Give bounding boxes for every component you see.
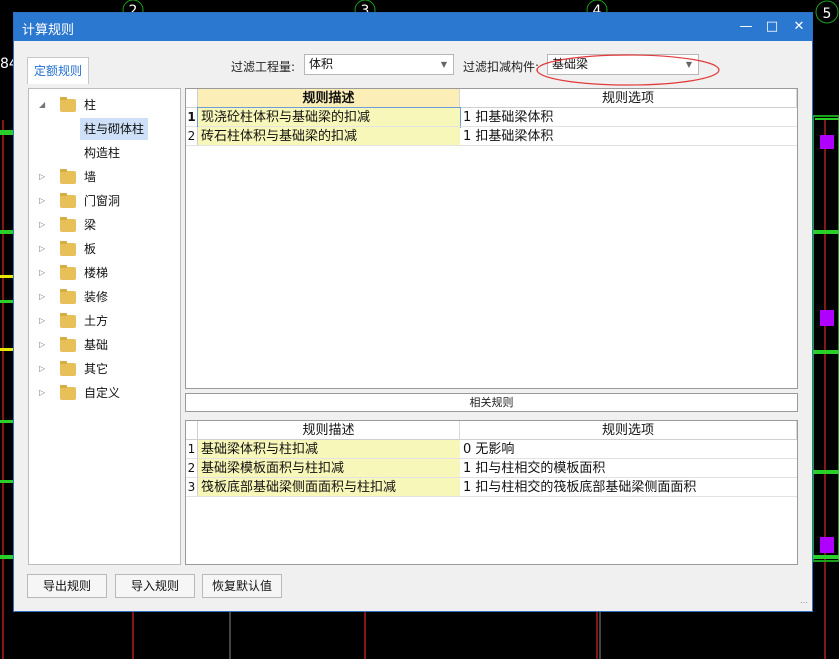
folder-icon <box>60 337 76 352</box>
folder-icon <box>60 313 76 328</box>
quantity-filter-label: 过滤工程量: <box>231 60 296 74</box>
related-rules-table: 规则描述 规则选项 1 基础梁体积与柱扣减 0 无影响 2 基础梁模板面积与柱扣… <box>185 420 798 565</box>
collapsed-triangle-icon[interactable]: ▷ <box>39 166 45 188</box>
related-option-cell[interactable]: 1 扣与柱相交的模板面积 <box>460 459 797 478</box>
annotation-ellipse <box>536 54 720 86</box>
row-number: 2 <box>186 127 198 146</box>
tree-item-label: 柱与砌体柱 <box>80 118 149 140</box>
folder-icon <box>60 217 76 232</box>
collapsed-triangle-icon[interactable]: ▷ <box>39 238 45 260</box>
tree-item-column[interactable]: ◢ 柱 <box>29 94 180 116</box>
tree-item-label: 柱 <box>84 98 97 112</box>
tree-item-finishing[interactable]: ▷ 装修 <box>29 286 180 308</box>
resize-grip-icon[interactable]: ⋯ <box>800 598 808 607</box>
chevron-down-icon: ▼ <box>440 60 447 69</box>
collapsed-triangle-icon[interactable]: ▷ <box>39 334 45 356</box>
export-rules-button[interactable]: 导出规则 <box>27 574 107 598</box>
rule-description-cell[interactable]: 现浇砼柱体积与基础梁的扣减 <box>197 107 461 128</box>
restore-defaults-button[interactable]: 恢复默认值 <box>202 574 282 598</box>
collapsed-triangle-icon[interactable]: ▷ <box>39 310 45 332</box>
tree-item-door-window-opening[interactable]: ▷ 门窗洞 <box>29 190 180 212</box>
tree-item-label: 其它 <box>84 362 109 376</box>
quantity-filter-select[interactable]: 体积 ▼ <box>304 54 454 75</box>
rule-description-cell[interactable]: 砖石柱体积与基础梁的扣减 <box>198 127 460 146</box>
corner-cell <box>186 421 198 440</box>
row-number: 2 <box>186 459 198 478</box>
folder-icon <box>60 193 76 208</box>
tree-item-stairs[interactable]: ▷ 楼梯 <box>29 262 180 284</box>
collapsed-triangle-icon[interactable]: ▷ <box>39 262 45 284</box>
quantity-filter-value: 体积 <box>309 57 334 71</box>
folder-icon <box>60 265 76 280</box>
related-description-cell[interactable]: 筏板底部基础梁侧面面积与柱扣减 <box>198 478 460 497</box>
related-option-cell[interactable]: 0 无影响 <box>460 440 797 459</box>
tree-item-earthwork[interactable]: ▷ 土方 <box>29 310 180 332</box>
row-number: 1 <box>186 440 198 459</box>
collapsed-triangle-icon[interactable]: ▷ <box>39 286 45 308</box>
tree-item-custom[interactable]: ▷ 自定义 <box>29 382 180 404</box>
dialog-title: 计算规则 <box>22 23 75 38</box>
tree-item-label: 楼梯 <box>84 266 109 280</box>
related-description-cell[interactable]: 基础梁体积与柱扣减 <box>198 440 460 459</box>
tree-item-column-and-masonry[interactable]: 柱与砌体柱 <box>29 118 180 140</box>
folder-icon <box>60 289 76 304</box>
related-description-cell[interactable]: 基础梁模板面积与柱扣减 <box>198 459 460 478</box>
component-filter-label: 过滤扣减构件: <box>463 60 540 74</box>
rule-option-cell[interactable]: 1 扣基础梁体积 <box>460 108 797 127</box>
corner-cell <box>186 89 198 108</box>
maximize-icon[interactable]: □ <box>762 17 782 37</box>
folder-icon <box>60 385 76 400</box>
minimize-icon[interactable]: — <box>736 17 756 37</box>
tree-item-label: 梁 <box>84 218 97 232</box>
tree-item-label: 装修 <box>84 290 109 304</box>
row-number: 3 <box>186 478 198 497</box>
tree-item-label: 板 <box>84 242 97 256</box>
component-tree: ◢ 柱 柱与砌体柱 构造柱 ▷ 墙 ▷ 门窗洞 ▷ 梁 ▷ 板 ▷ 楼梯 ▷ 装… <box>28 88 181 565</box>
folder-icon <box>60 97 76 112</box>
dialog-titlebar[interactable]: 计算规则 — □ ✕ <box>14 13 812 41</box>
tree-item-wall[interactable]: ▷ 墙 <box>29 166 180 188</box>
column-header-option[interactable]: 规则选项 <box>460 421 797 440</box>
tree-item-slab[interactable]: ▷ 板 <box>29 238 180 260</box>
tree-item-label: 基础 <box>84 338 109 352</box>
collapsed-triangle-icon[interactable]: ▷ <box>39 214 45 236</box>
tree-item-label: 土方 <box>84 314 109 328</box>
tree-item-constructional-column[interactable]: 构造柱 <box>29 142 180 164</box>
tree-item-beam[interactable]: ▷ 梁 <box>29 214 180 236</box>
related-option-cell[interactable]: 1 扣与柱相交的筏板底部基础梁侧面面积 <box>460 478 797 497</box>
column-header-description[interactable]: 规则描述 <box>198 89 460 108</box>
column-header-description[interactable]: 规则描述 <box>198 421 460 440</box>
tree-item-label: 构造柱 <box>84 146 121 160</box>
expanded-triangle-icon[interactable]: ◢ <box>39 94 45 116</box>
folder-icon <box>60 361 76 376</box>
tree-item-other[interactable]: ▷ 其它 <box>29 358 180 380</box>
import-rules-button[interactable]: 导入规则 <box>115 574 195 598</box>
tree-item-label: 自定义 <box>84 386 121 400</box>
folder-icon <box>60 169 76 184</box>
related-rules-header: 相关规则 <box>185 393 798 412</box>
folder-icon <box>60 241 76 256</box>
collapsed-triangle-icon[interactable]: ▷ <box>39 190 45 212</box>
rule-option-cell[interactable]: 1 扣基础梁体积 <box>460 127 797 146</box>
row-number: 1 <box>186 108 198 127</box>
collapsed-triangle-icon[interactable]: ▷ <box>39 358 45 380</box>
rules-table: 规则描述 规则选项 1 现浇砼柱体积与基础梁的扣减 1 扣基础梁体积 2 砖石柱… <box>185 88 798 389</box>
close-icon[interactable]: ✕ <box>789 17 809 37</box>
tree-item-foundation[interactable]: ▷ 基础 <box>29 334 180 356</box>
axis-marker-5: 5 <box>823 6 832 22</box>
collapsed-triangle-icon[interactable]: ▷ <box>39 382 45 404</box>
tree-item-label: 墙 <box>84 170 97 184</box>
tab-quota-rules[interactable]: 定额规则 <box>27 57 89 84</box>
calc-rules-dialog: 计算规则 — □ ✕ 定额规则 过滤工程量: 体积 ▼ 过滤扣减构件: 基础梁 … <box>13 12 813 612</box>
tree-item-label: 门窗洞 <box>84 194 121 208</box>
column-header-option[interactable]: 规则选项 <box>460 89 797 108</box>
